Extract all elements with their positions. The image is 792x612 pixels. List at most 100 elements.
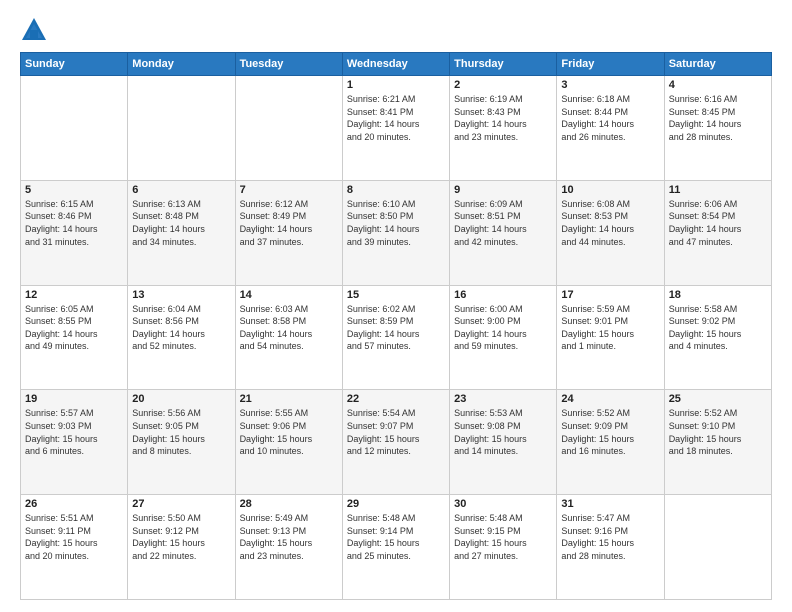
calendar-cell: 30 Sunrise: 5:48 AM Sunset: 9:15 PM Dayli… <box>450 495 557 600</box>
calendar-cell: 2 Sunrise: 6:19 AM Sunset: 8:43 PM Daylig… <box>450 76 557 181</box>
day-info: Sunrise: 6:08 AM Sunset: 8:53 PM Dayligh… <box>561 198 659 248</box>
day-info: Sunrise: 6:13 AM Sunset: 8:48 PM Dayligh… <box>132 198 230 248</box>
calendar-cell: 11 Sunrise: 6:06 AM Sunset: 8:54 PM Dayli… <box>664 180 771 285</box>
day-number: 1 <box>347 79 445 91</box>
day-info: Sunrise: 5:56 AM Sunset: 9:05 PM Dayligh… <box>132 407 230 457</box>
day-info: Sunrise: 6:04 AM Sunset: 8:56 PM Dayligh… <box>132 303 230 353</box>
logo-icon <box>20 16 48 44</box>
calendar-cell: 12 Sunrise: 6:05 AM Sunset: 8:55 PM Dayli… <box>21 285 128 390</box>
calendar-cell <box>128 76 235 181</box>
day-number: 24 <box>561 393 659 405</box>
day-info: Sunrise: 6:15 AM Sunset: 8:46 PM Dayligh… <box>25 198 123 248</box>
calendar-cell: 19Sunrise: 5:57 AM Sunset: 9:03 PM Dayli… <box>21 390 128 495</box>
weekday-header-wednesday: Wednesday <box>342 53 449 76</box>
calendar-cell: 3 Sunrise: 6:18 AM Sunset: 8:44 PM Daylig… <box>557 76 664 181</box>
calendar-table: SundayMondayTuesdayWednesdayThursdayFrid… <box>20 52 772 600</box>
calendar-cell: 5 Sunrise: 6:15 AM Sunset: 8:46 PM Daylig… <box>21 180 128 285</box>
calendar-cell: 26 Sunrise: 5:51 AM Sunset: 9:11 PM Dayli… <box>21 495 128 600</box>
day-number: 19 <box>25 393 123 405</box>
weekday-header-sunday: Sunday <box>21 53 128 76</box>
day-number: 7 <box>240 184 338 196</box>
day-info: Sunrise: 5:49 AM Sunset: 9:13 PM Dayligh… <box>240 512 338 562</box>
day-number: 25 <box>669 393 767 405</box>
day-number: 12 <box>25 289 123 301</box>
day-info: Sunrise: 5:52 AM Sunset: 9:09 PM Dayligh… <box>561 407 659 457</box>
weekday-header-row: SundayMondayTuesdayWednesdayThursdayFrid… <box>21 53 772 76</box>
day-info: Sunrise: 5:55 AM Sunset: 9:06 PM Dayligh… <box>240 407 338 457</box>
calendar-cell: 18 Sunrise: 5:58 AM Sunset: 9:02 PM Dayli… <box>664 285 771 390</box>
calendar-cell: 8 Sunrise: 6:10 AM Sunset: 8:50 PM Daylig… <box>342 180 449 285</box>
calendar-cell: 10 Sunrise: 6:08 AM Sunset: 8:53 PM Dayli… <box>557 180 664 285</box>
day-number: 21 <box>240 393 338 405</box>
calendar-cell: 24 Sunrise: 5:52 AM Sunset: 9:09 PM Dayli… <box>557 390 664 495</box>
calendar-cell <box>664 495 771 600</box>
calendar-cell: 17 Sunrise: 5:59 AM Sunset: 9:01 PM Dayli… <box>557 285 664 390</box>
day-info: Sunrise: 6:06 AM Sunset: 8:54 PM Dayligh… <box>669 198 767 248</box>
day-info: Sunrise: 5:48 AM Sunset: 9:15 PM Dayligh… <box>454 512 552 562</box>
weekday-header-friday: Friday <box>557 53 664 76</box>
day-info: Sunrise: 6:00 AM Sunset: 9:00 PM Dayligh… <box>454 303 552 353</box>
calendar-cell <box>235 76 342 181</box>
day-number: 3 <box>561 79 659 91</box>
day-number: 18 <box>669 289 767 301</box>
calendar-cell: 23 Sunrise: 5:53 AM Sunset: 9:08 PM Dayli… <box>450 390 557 495</box>
day-info: Sunrise: 6:19 AM Sunset: 8:43 PM Dayligh… <box>454 93 552 143</box>
day-number: 4 <box>669 79 767 91</box>
day-number: 10 <box>561 184 659 196</box>
day-info: Sunrise: 6:18 AM Sunset: 8:44 PM Dayligh… <box>561 93 659 143</box>
day-number: 11 <box>669 184 767 196</box>
calendar-cell: 1 Sunrise: 6:21 AM Sunset: 8:41 PM Daylig… <box>342 76 449 181</box>
day-info: Sunrise: 6:10 AM Sunset: 8:50 PM Dayligh… <box>347 198 445 248</box>
calendar-week-4: 19Sunrise: 5:57 AM Sunset: 9:03 PM Dayli… <box>21 390 772 495</box>
day-number: 15 <box>347 289 445 301</box>
day-number: 16 <box>454 289 552 301</box>
day-number: 2 <box>454 79 552 91</box>
day-number: 30 <box>454 498 552 510</box>
day-number: 29 <box>347 498 445 510</box>
day-number: 23 <box>454 393 552 405</box>
day-info: Sunrise: 5:53 AM Sunset: 9:08 PM Dayligh… <box>454 407 552 457</box>
calendar-cell: 16 Sunrise: 6:00 AM Sunset: 9:00 PM Dayli… <box>450 285 557 390</box>
day-number: 17 <box>561 289 659 301</box>
calendar-week-3: 12 Sunrise: 6:05 AM Sunset: 8:55 PM Dayli… <box>21 285 772 390</box>
day-info: Sunrise: 5:54 AM Sunset: 9:07 PM Dayligh… <box>347 407 445 457</box>
day-info: Sunrise: 5:59 AM Sunset: 9:01 PM Dayligh… <box>561 303 659 353</box>
day-number: 8 <box>347 184 445 196</box>
day-number: 14 <box>240 289 338 301</box>
calendar-cell: 21 Sunrise: 5:55 AM Sunset: 9:06 PM Dayli… <box>235 390 342 495</box>
header <box>20 16 772 44</box>
calendar-week-2: 5 Sunrise: 6:15 AM Sunset: 8:46 PM Daylig… <box>21 180 772 285</box>
day-number: 20 <box>132 393 230 405</box>
day-number: 5 <box>25 184 123 196</box>
day-number: 26 <box>25 498 123 510</box>
day-info: Sunrise: 6:05 AM Sunset: 8:55 PM Dayligh… <box>25 303 123 353</box>
page: SundayMondayTuesdayWednesdayThursdayFrid… <box>0 0 792 612</box>
day-info: Sunrise: 6:12 AM Sunset: 8:49 PM Dayligh… <box>240 198 338 248</box>
calendar-cell: 15 Sunrise: 6:02 AM Sunset: 8:59 PM Dayli… <box>342 285 449 390</box>
day-info: Sunrise: 5:51 AM Sunset: 9:11 PM Dayligh… <box>25 512 123 562</box>
day-number: 22 <box>347 393 445 405</box>
calendar-cell: 4 Sunrise: 6:16 AM Sunset: 8:45 PM Daylig… <box>664 76 771 181</box>
weekday-header-thursday: Thursday <box>450 53 557 76</box>
weekday-header-tuesday: Tuesday <box>235 53 342 76</box>
day-info: Sunrise: 5:58 AM Sunset: 9:02 PM Dayligh… <box>669 303 767 353</box>
calendar-cell: 31Sunrise: 5:47 AM Sunset: 9:16 PM Dayli… <box>557 495 664 600</box>
calendar-week-1: 1 Sunrise: 6:21 AM Sunset: 8:41 PM Daylig… <box>21 76 772 181</box>
day-info: Sunrise: 6:21 AM Sunset: 8:41 PM Dayligh… <box>347 93 445 143</box>
calendar-cell <box>21 76 128 181</box>
day-info: Sunrise: 5:50 AM Sunset: 9:12 PM Dayligh… <box>132 512 230 562</box>
day-number: 28 <box>240 498 338 510</box>
day-info: Sunrise: 6:09 AM Sunset: 8:51 PM Dayligh… <box>454 198 552 248</box>
calendar-cell: 7 Sunrise: 6:12 AM Sunset: 8:49 PM Daylig… <box>235 180 342 285</box>
logo <box>20 16 52 44</box>
calendar-cell: 22 Sunrise: 5:54 AM Sunset: 9:07 PM Dayli… <box>342 390 449 495</box>
day-info: Sunrise: 6:03 AM Sunset: 8:58 PM Dayligh… <box>240 303 338 353</box>
day-info: Sunrise: 5:48 AM Sunset: 9:14 PM Dayligh… <box>347 512 445 562</box>
day-number: 27 <box>132 498 230 510</box>
day-number: 9 <box>454 184 552 196</box>
calendar-cell: 14 Sunrise: 6:03 AM Sunset: 8:58 PM Dayli… <box>235 285 342 390</box>
calendar-cell: 29 Sunrise: 5:48 AM Sunset: 9:14 PM Dayli… <box>342 495 449 600</box>
day-info: Sunrise: 5:52 AM Sunset: 9:10 PM Dayligh… <box>669 407 767 457</box>
day-info: Sunrise: 6:16 AM Sunset: 8:45 PM Dayligh… <box>669 93 767 143</box>
day-info: Sunrise: 6:02 AM Sunset: 8:59 PM Dayligh… <box>347 303 445 353</box>
